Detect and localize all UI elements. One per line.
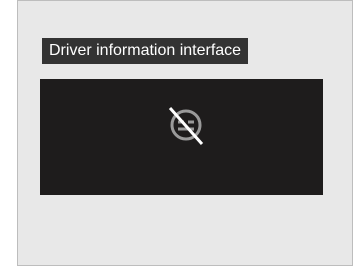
illustration-panel: Driver information interface: [17, 0, 353, 266]
driver-information-display: [40, 79, 323, 195]
driver-information-interface-label: Driver information interface: [42, 38, 249, 64]
no-cruise-control-icon: [168, 107, 204, 145]
